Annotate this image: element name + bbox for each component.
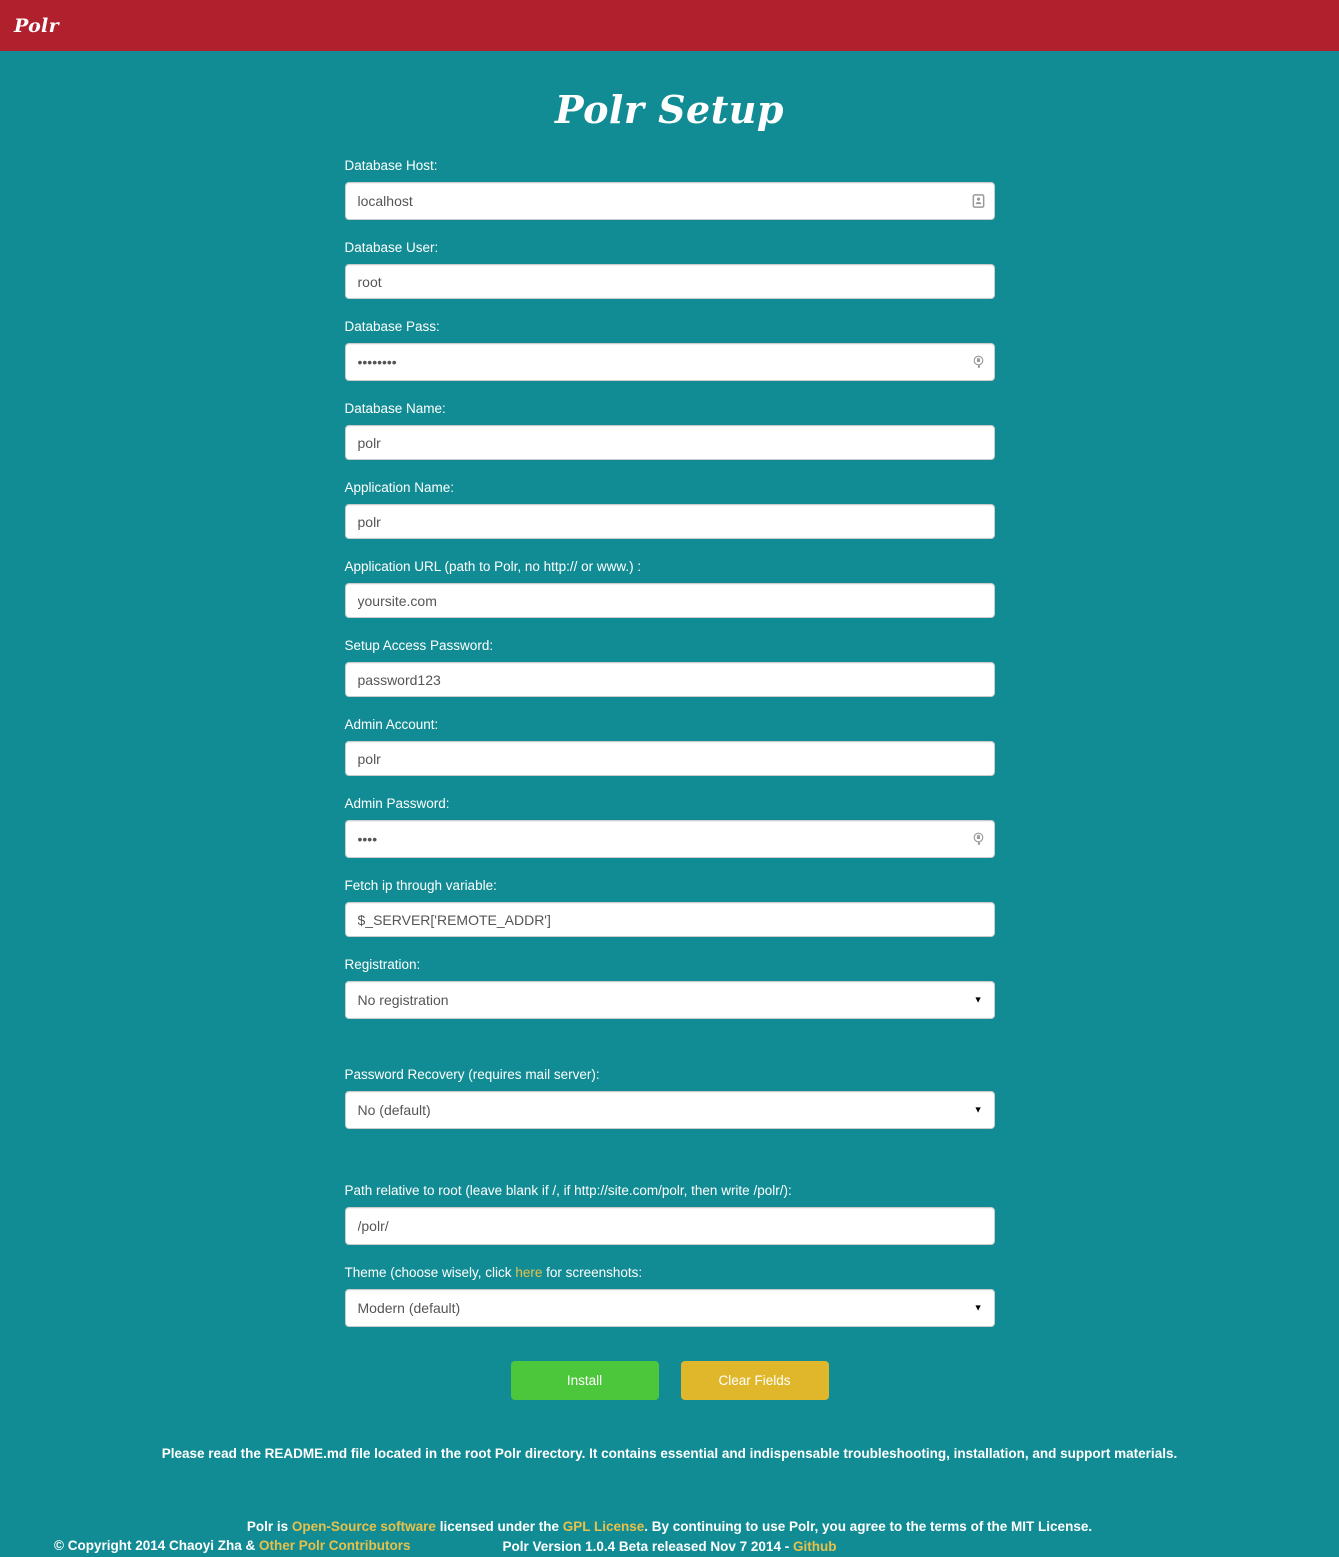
setup-form: Database Host: Database User: Database Pas…	[344, 132, 995, 1400]
label-password-recovery: Password Recovery (requires mail server)…	[344, 1067, 600, 1082]
license-mid: licensed under the	[435, 1519, 563, 1534]
db_host-input[interactable]	[344, 182, 995, 220]
label-registration: Registration:	[344, 957, 421, 972]
control-db_host	[344, 182, 995, 220]
control-app_url	[344, 583, 995, 618]
label-db_name: Database Name:	[344, 401, 446, 416]
readme-note: Please read the README.md file located i…	[161, 1446, 1178, 1461]
label-db_host: Database Host:	[344, 158, 438, 173]
label-db_pass: Database Pass:	[344, 319, 440, 334]
control-fetch_ip	[344, 902, 995, 937]
label-db_user: Database User:	[344, 240, 439, 255]
fetch_ip-input[interactable]	[344, 902, 995, 937]
github-link[interactable]: Github	[793, 1539, 837, 1554]
field-fetch_ip: Fetch ip through variable:	[344, 876, 995, 937]
license-pre: Polr is	[246, 1519, 292, 1534]
field-setup_pass: Setup Access Password:	[344, 636, 995, 697]
registration-select[interactable]: No registration	[344, 981, 995, 1019]
navbar: Polr	[0, 0, 1339, 51]
field-db_host: Database Host:	[344, 156, 995, 220]
control-setup_pass	[344, 662, 995, 697]
control-password-recovery: No (default) ▼	[344, 1091, 995, 1129]
control-theme: Modern (default) ▼	[344, 1289, 995, 1327]
copyright: © Copyright 2014 Chaoyi Zha & Other Polr…	[54, 1538, 411, 1553]
form-actions: Install Clear Fields	[345, 1361, 995, 1400]
control-app_name	[344, 504, 995, 539]
label-path-relative: Path relative to root (leave blank if /,…	[344, 1183, 792, 1198]
db_pass-input[interactable]	[344, 343, 995, 381]
label-theme-pre: Theme (choose wisely, click	[344, 1265, 516, 1280]
db_user-input[interactable]	[344, 264, 995, 299]
control-db_name	[344, 425, 995, 460]
app_url-input[interactable]	[344, 583, 995, 618]
version-text: Polr Version 1.0.4 Beta released Nov 7 2…	[502, 1539, 793, 1554]
label-setup_pass: Setup Access Password:	[344, 638, 494, 653]
field-db_user: Database User:	[344, 238, 995, 299]
field-app_name: Application Name:	[344, 478, 995, 539]
gpl-license-link[interactable]: GPL License	[563, 1519, 645, 1534]
control-registration: No registration ▼	[344, 981, 995, 1019]
admin_pass-input[interactable]	[344, 820, 995, 858]
brand-logo[interactable]: Polr	[14, 15, 59, 37]
install-button[interactable]: Install	[510, 1361, 659, 1400]
license-post: . By continuing to use Polr, you agree t…	[644, 1519, 1093, 1534]
control-db_user	[344, 264, 995, 299]
admin_acct-input[interactable]	[344, 741, 995, 776]
field-admin_acct: Admin Account:	[344, 715, 995, 776]
control-admin_pass	[344, 820, 995, 858]
page-title: Polr Setup	[555, 87, 784, 132]
field-admin_pass: Admin Password:	[344, 794, 995, 858]
control-admin_acct	[344, 741, 995, 776]
open-source-link[interactable]: Open-Source software	[292, 1519, 436, 1534]
field-app_url: Application URL (path to Polr, no http:/…	[344, 557, 995, 618]
field-db_pass: Database Pass:	[344, 317, 995, 381]
field-theme: Theme (choose wisely, click here for scr…	[344, 1263, 995, 1327]
field-db_name: Database Name:	[344, 399, 995, 460]
control-db_pass	[344, 343, 995, 381]
label-fetch_ip: Fetch ip through variable:	[344, 878, 497, 893]
path-relative-input[interactable]	[344, 1207, 995, 1245]
label-admin_acct: Admin Account:	[344, 717, 439, 732]
theme-screenshots-link[interactable]: here	[515, 1265, 542, 1280]
contributors-link[interactable]: Other Polr Contributors	[259, 1538, 411, 1553]
clear-fields-button[interactable]: Clear Fields	[680, 1361, 829, 1400]
copyright-text: © Copyright 2014 Chaoyi Zha &	[54, 1538, 259, 1553]
setup_pass-input[interactable]	[344, 662, 995, 697]
label-admin_pass: Admin Password:	[344, 796, 450, 811]
app_name-input[interactable]	[344, 504, 995, 539]
theme-select[interactable]: Modern (default)	[344, 1289, 995, 1327]
db_name-input[interactable]	[344, 425, 995, 460]
password-recovery-select[interactable]: No (default)	[344, 1091, 995, 1129]
field-registration: Registration: No registration ▼	[344, 955, 995, 1019]
text-field-group: Database Host: Database User: Database Pas…	[344, 156, 995, 937]
license-line: Polr is Open-Source software licensed un…	[0, 1517, 1339, 1537]
label-app_url: Application URL (path to Polr, no http:/…	[344, 559, 642, 574]
control-path-relative	[344, 1207, 995, 1245]
field-path-relative: Path relative to root (leave blank if /,…	[344, 1181, 995, 1245]
label-theme: Theme (choose wisely, click here for scr…	[345, 1263, 995, 1283]
field-password-recovery: Password Recovery (requires mail server)…	[344, 1065, 995, 1129]
label-theme-post: for screenshots:	[542, 1265, 643, 1280]
label-app_name: Application Name:	[344, 480, 455, 495]
